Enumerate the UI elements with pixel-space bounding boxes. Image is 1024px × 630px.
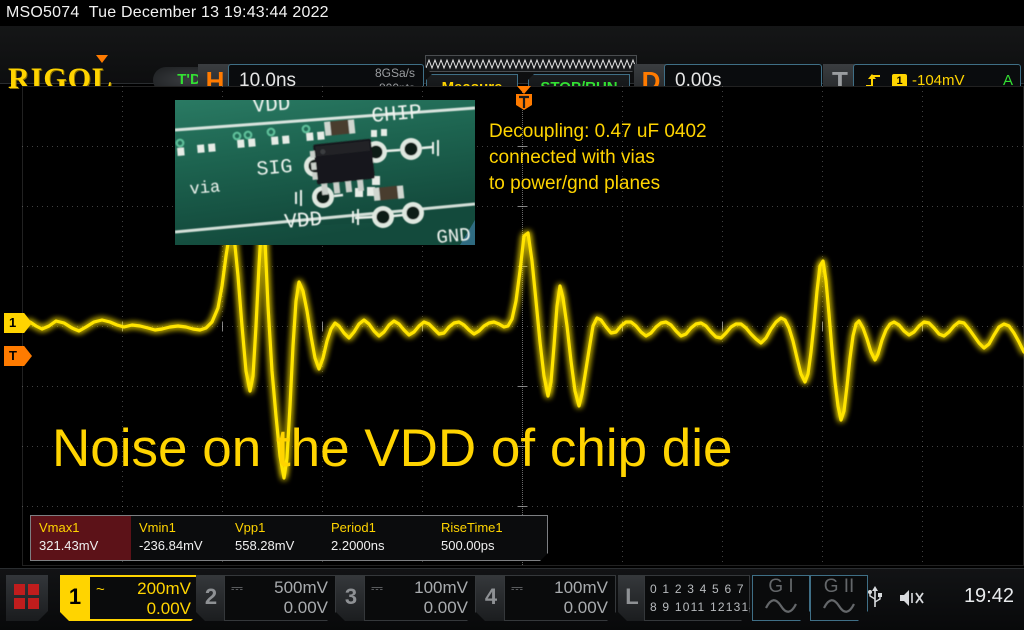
system-clock: 19:42: [963, 585, 1014, 607]
generator-1-label: G I: [768, 576, 794, 597]
measurement-item-risetime[interactable]: RiseTime1 500.00ps: [433, 516, 543, 560]
channel-1-offset: 0.00V: [146, 599, 191, 618]
svg-text:GND: GND: [436, 224, 472, 245]
channel-4-info: ⎓ 100mV 0.00V: [504, 575, 616, 621]
overview-waveform-icon: [426, 56, 636, 71]
sound-muted-icon[interactable]: [898, 588, 926, 613]
sample-rate-value: 8GSa/s: [374, 66, 415, 80]
channel-1-number: 1: [60, 575, 90, 621]
channel-2-offset: 0.00V: [283, 598, 328, 617]
measurement-value: 321.43mV: [39, 538, 99, 553]
svg-text:via: via: [189, 178, 221, 200]
toolbar: RIGOL T'D H 10.0ns 8GSa/s 800pts Measure…: [0, 26, 1024, 84]
grid-square-icon: [14, 598, 25, 609]
measurement-value: 500.00ps: [441, 538, 495, 553]
svg-text:VDD: VDD: [284, 209, 324, 235]
svg-text:SIG: SIG: [256, 156, 294, 182]
channel-1-info: ~ 200mV 0.00V: [88, 575, 200, 621]
channel-3-scale: 100mV: [414, 578, 468, 597]
measurement-value: 558.28mV: [235, 538, 295, 553]
usb-icon[interactable]: [868, 586, 882, 613]
measurement-label: Vpp1: [235, 520, 266, 535]
grid-square-icon: [14, 584, 25, 595]
measurement-item-vmax[interactable]: Vmax1 321.43mV: [31, 516, 131, 560]
model-name: MSO5074: [6, 4, 80, 21]
annotation-title: Noise on the VDD of chip die: [52, 419, 733, 478]
sine-wave-icon: [822, 598, 856, 614]
overview-position-marker[interactable]: [96, 55, 108, 63]
svg-text:CHIP: CHIP: [371, 102, 423, 129]
measurement-item-period[interactable]: Period1 2.2000ns: [323, 516, 433, 560]
channel-3-number: 3: [336, 575, 366, 621]
channel-3-offset: 0.00V: [423, 598, 468, 617]
annotation-note-line-2: connected with vias: [489, 147, 655, 168]
channel-4-offset: 0.00V: [563, 598, 608, 617]
trigger-position-marker[interactable]: [513, 86, 535, 110]
grid-square-icon: [28, 584, 39, 595]
oscilloscope-screen: MSO5074 Tue December 13 19:43:44 2022 RI…: [0, 0, 1024, 630]
waveform-overview-strip[interactable]: [425, 55, 637, 72]
date-time: Tue December 13 19:43:44 2022: [88, 4, 329, 21]
measurement-label: RiseTime1: [441, 520, 503, 535]
pcb-photo-image: VDD CHIP SIG via VDD GND: [175, 100, 475, 245]
measurement-item-vmin[interactable]: Vmin1 -236.84mV: [131, 516, 227, 560]
generator-2-button[interactable]: G II: [810, 575, 868, 621]
logic-channels-row-1: 0 1 2 3 4 5 6 7: [650, 582, 745, 596]
channel-2-number: 2: [196, 575, 226, 621]
measurement-value: -236.84mV: [139, 538, 203, 553]
channel-2-info: ⎓ 500mV 0.00V: [224, 575, 336, 621]
dc-coupling-icon: ⎓: [371, 580, 383, 597]
grid-square-icon: [28, 598, 39, 609]
channel-2-scale: 500mV: [274, 578, 328, 597]
graticule[interactable]: VDD CHIP SIG via VDD GND Decoupling: 0.4…: [22, 86, 1024, 566]
generator-2-label: G II: [823, 576, 855, 597]
dc-coupling-icon: ⎓: [231, 580, 243, 597]
channel-4-number: 4: [476, 575, 506, 621]
pcb-photo-inset: VDD CHIP SIG via VDD GND: [175, 100, 475, 245]
generator-1-button[interactable]: G I: [752, 575, 810, 621]
annotation-note-line-3: to power/gnd planes: [489, 173, 661, 194]
dc-coupling-icon: ⎓: [511, 580, 523, 597]
channel-3-info: ⎓ 100mV 0.00V: [364, 575, 476, 621]
measurement-label: Period1: [331, 520, 376, 535]
measurement-item-vpp[interactable]: Vpp1 558.28mV: [227, 516, 323, 560]
logic-analyzer-channels: 0 1 2 3 4 5 6 7 8 9 1011 12131415: [644, 575, 750, 621]
annotation-note: Decoupling: 0.47 uF 0402 connected with …: [489, 119, 707, 197]
logic-analyzer-tag: L: [618, 575, 646, 621]
annotation-note-line-1: Decoupling: 0.47 uF 0402: [489, 121, 707, 142]
title-bar: MSO5074 Tue December 13 19:43:44 2022: [0, 0, 1024, 26]
measurement-label: Vmin1: [139, 520, 176, 535]
ac-coupling-icon: ~: [96, 581, 105, 598]
measurement-value: 2.2000ns: [331, 538, 385, 553]
channel-1-scale: 200mV: [137, 579, 191, 598]
sine-wave-icon: [764, 598, 798, 614]
measurement-panel[interactable]: Vmax1 321.43mV Vmin1 -236.84mV Vpp1 558.…: [30, 515, 548, 561]
channel-4-scale: 100mV: [554, 578, 608, 597]
measurement-label: Vmax1: [39, 520, 80, 535]
svg-text:VDD: VDD: [252, 100, 291, 119]
grid-layout-button[interactable]: [6, 575, 48, 621]
logic-channels-row-2: 8 9 1011 12131415: [650, 600, 773, 614]
